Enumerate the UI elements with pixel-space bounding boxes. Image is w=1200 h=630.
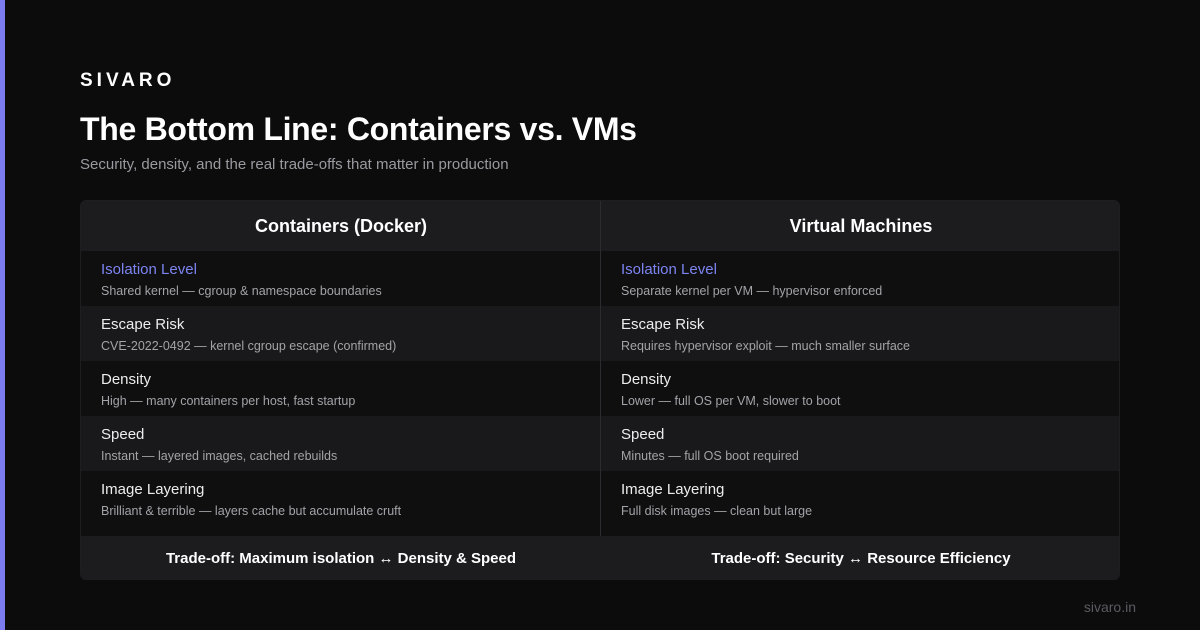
column-header-containers: Containers (Docker) <box>81 201 601 251</box>
row-description: Full disk images — clean but large <box>621 504 813 518</box>
footer-tradeoff-containers: Trade-off: Maximum isolation ↔ Density &… <box>81 536 601 579</box>
site-url: sivaro.in <box>1083 599 1136 615</box>
page-title: The Bottom Line: Containers vs. VMs <box>80 111 637 147</box>
row-label: Escape Risk <box>621 316 705 333</box>
table-row: Image Layering Brilliant & terrible — la… <box>81 471 601 526</box>
row-description: Separate kernel per VM — hypervisor enfo… <box>621 284 883 298</box>
footer-tradeoff-vms: Trade-off: Security ↔ Resource Efficienc… <box>601 536 1119 579</box>
row-description: Instant — layered images, cached rebuild… <box>101 449 338 463</box>
table-row: Density High — many containers per host,… <box>81 361 601 416</box>
row-label: Speed <box>621 426 665 443</box>
table-row: Speed Minutes — full OS boot required <box>601 416 1119 471</box>
table-row: Density Lower — full OS per VM, slower t… <box>601 361 1119 416</box>
row-label: Image Layering <box>101 481 205 498</box>
row-label: Density <box>621 371 672 388</box>
table-row: Speed Instant — layered images, cached r… <box>81 416 601 471</box>
row-description: Lower — full OS per VM, slower to boot <box>621 394 841 408</box>
brand-logo: SIVARO <box>80 70 176 91</box>
row-label: Speed <box>101 426 145 443</box>
column-header-vms: Virtual Machines <box>601 201 1119 251</box>
table-row: Escape Risk CVE-2022-0492 — kernel cgrou… <box>81 306 601 361</box>
page-subtitle: Security, density, and the real trade-of… <box>80 156 509 173</box>
row-label: Image Layering <box>621 481 725 498</box>
table-row: Isolation Level Shared kernel — cgroup &… <box>81 251 601 306</box>
row-description: Requires hypervisor exploit — much small… <box>621 339 910 353</box>
row-description: Shared kernel — cgroup & namespace bound… <box>101 284 382 298</box>
accent-bar <box>0 0 5 630</box>
row-label: Density <box>101 371 152 388</box>
table-row: Escape Risk Requires hypervisor exploit … <box>601 306 1119 361</box>
row-description: Minutes — full OS boot required <box>621 449 799 463</box>
column-divider <box>600 201 601 536</box>
row-label: Escape Risk <box>101 316 185 333</box>
row-label: Isolation Level <box>621 261 717 278</box>
comparison-table: Containers (Docker) Virtual Machines Iso… <box>80 200 1120 580</box>
table-row: Isolation Level Separate kernel per VM —… <box>601 251 1119 306</box>
row-description: High — many containers per host, fast st… <box>101 394 356 408</box>
row-description: CVE-2022-0492 — kernel cgroup escape (co… <box>101 339 397 353</box>
row-description: Brilliant & terrible — layers cache but … <box>101 504 402 518</box>
row-label: Isolation Level <box>101 261 197 278</box>
table-row: Image Layering Full disk images — clean … <box>601 471 1119 526</box>
